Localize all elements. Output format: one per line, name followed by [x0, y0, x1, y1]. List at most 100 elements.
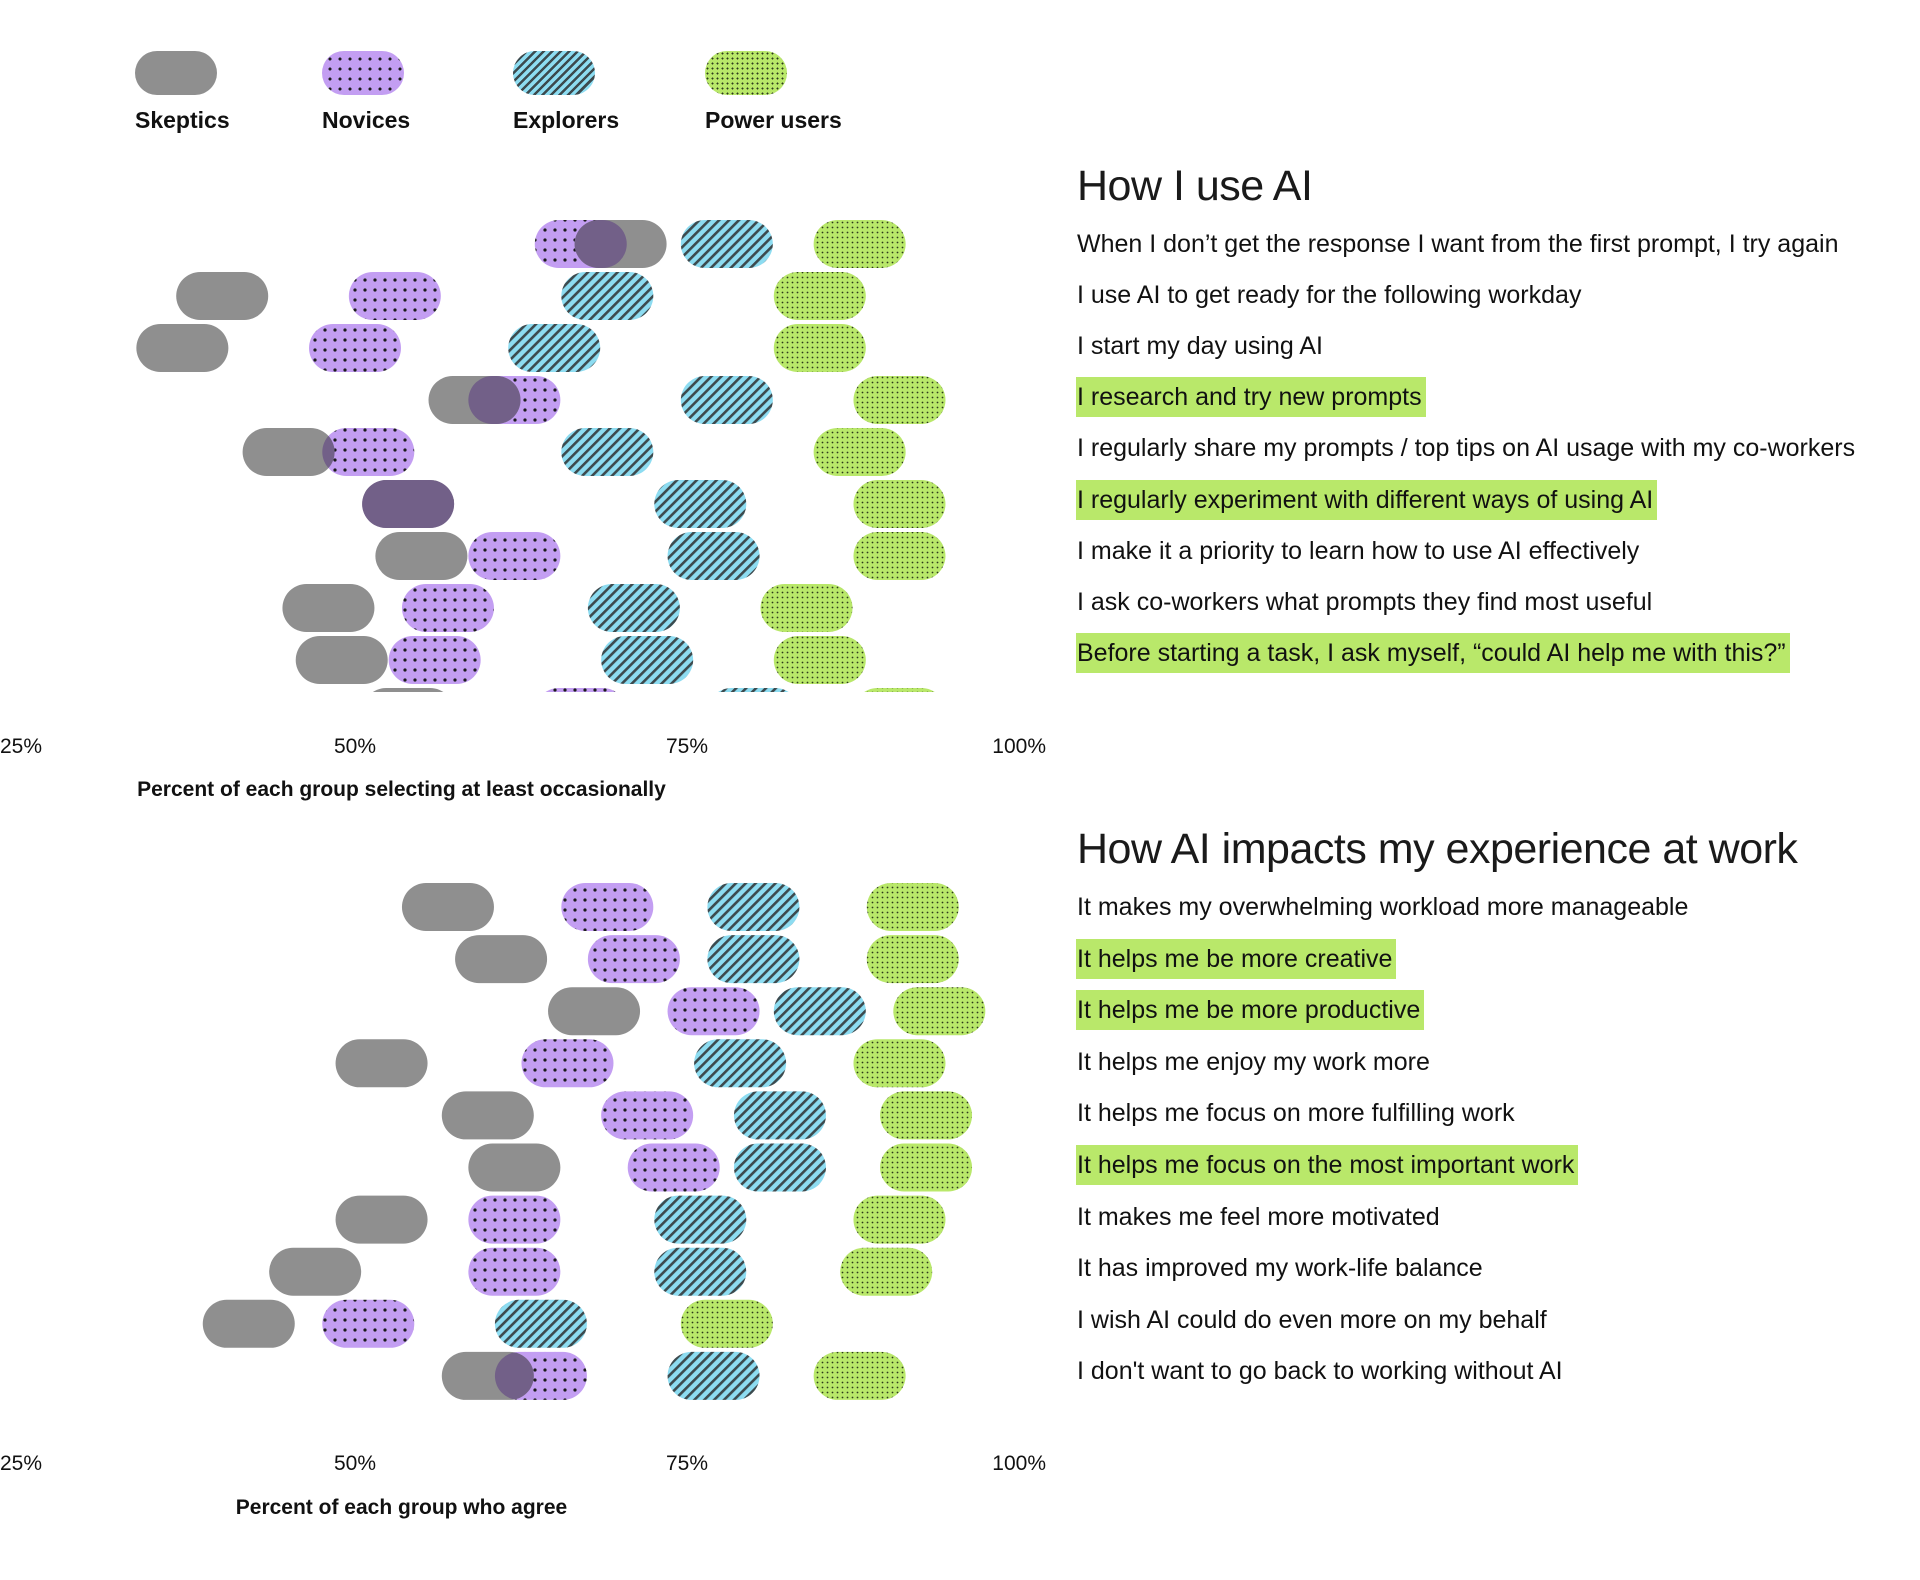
- marker-explorers: [718, 688, 789, 692]
- statement: I use AI to get ready for the following …: [1077, 281, 1582, 310]
- marker-explorers: [601, 636, 694, 684]
- x-tick-label: 100%: [992, 735, 1046, 758]
- marker-novices: [322, 1299, 415, 1348]
- marker-skeptics: [269, 1247, 362, 1296]
- chart-row: [441, 1351, 906, 1400]
- marker-novices: [322, 428, 415, 476]
- marker-novices: [587, 935, 680, 984]
- chart-row: [375, 532, 946, 580]
- x-tick-label: 50%: [334, 1452, 376, 1475]
- marker-power: [773, 324, 866, 372]
- marker-explorers: [654, 1195, 747, 1244]
- legend-label: Novices: [322, 107, 411, 133]
- chart-row: [468, 1143, 973, 1192]
- marker-novices: [348, 272, 441, 320]
- marker-power: [866, 883, 959, 931]
- legend-swatch-power-users: [705, 51, 787, 95]
- legend-swatch-explorers: [513, 51, 595, 95]
- chart-row: [242, 428, 906, 476]
- x-tick-label: 75%: [666, 735, 708, 758]
- marker-power: [864, 688, 935, 692]
- marker-power: [853, 1039, 946, 1088]
- legend-label: Skeptics: [135, 107, 230, 133]
- plot-area: [202, 883, 986, 1400]
- marker-explorers: [707, 883, 800, 931]
- x-axis-title: Percent of each group who agree: [236, 1496, 567, 1519]
- marker-skeptics: [335, 1195, 428, 1244]
- highlighted-statement: Before starting a task, I ask myself, “c…: [1076, 632, 1790, 673]
- statement: It makes my overwhelming workload more m…: [1077, 893, 1689, 921]
- statement: I don't want to go back to working witho…: [1077, 1357, 1563, 1386]
- marker-explorers: [561, 272, 654, 320]
- legend-label: Explorers: [513, 107, 620, 133]
- marker-skeptics: [176, 272, 269, 320]
- statement: I regularly share my prompts / top tips …: [1077, 434, 1856, 463]
- statement: It helps me focus on more fulfilling wor…: [1077, 1099, 1515, 1128]
- marker-novices: [468, 532, 561, 580]
- marker-skeptics: [468, 1143, 561, 1192]
- marker-power: [680, 1299, 773, 1348]
- chart-row: [428, 376, 946, 424]
- marker-skeptics: [295, 636, 388, 684]
- marker-skeptics: [455, 935, 548, 984]
- legend-swatch-novices: [322, 51, 404, 95]
- marker-skeptics: [282, 584, 375, 632]
- marker-overlap: [362, 480, 455, 528]
- marker-power: [880, 1091, 973, 1140]
- marker-explorers: [654, 480, 747, 528]
- marker-skeptics: [202, 1299, 295, 1348]
- marker-skeptics: [401, 883, 494, 931]
- statement: When I don’t get the response I want fro…: [1077, 230, 1839, 258]
- marker-novices: [309, 324, 401, 372]
- chart-row: [335, 1039, 946, 1088]
- marker-power: [773, 272, 866, 320]
- marker-explorers: [667, 532, 760, 580]
- statement: I ask co-workers what prompts they find …: [1077, 587, 1653, 616]
- marker-skeptics: [136, 324, 229, 372]
- marker-novices: [545, 688, 617, 692]
- x-tick-label: 25%: [0, 1452, 42, 1475]
- section-title: How AI impacts my experience at work: [1077, 825, 1798, 873]
- statement: It has improved my work-life balance: [1077, 1254, 1483, 1283]
- marker-skeptics: [335, 1039, 428, 1088]
- chart-row: [176, 272, 866, 320]
- marker-power: [893, 987, 986, 1036]
- marker-explorers: [680, 376, 773, 424]
- marker-power: [853, 532, 946, 580]
- marker-explorers: [707, 935, 800, 984]
- marker-power: [853, 376, 946, 424]
- marker-power: [853, 1195, 946, 1244]
- marker-power: [840, 1247, 933, 1296]
- highlighted-statement: It helps me focus on the most important …: [1076, 1145, 1579, 1185]
- section-title: How I use AI: [1077, 162, 1313, 210]
- chart-row: [534, 220, 906, 268]
- statement: I start my day using AI: [1077, 332, 1323, 361]
- marker-skeptics: [441, 1091, 534, 1140]
- marker-explorers: [508, 324, 601, 372]
- statement: It makes me feel more motivated: [1077, 1202, 1440, 1231]
- marker-skeptics: [548, 987, 641, 1036]
- chart-row: [335, 1195, 946, 1244]
- marker-power: [813, 1351, 906, 1400]
- statement: It helps me enjoy my work more: [1077, 1047, 1430, 1076]
- marker-skeptics: [375, 532, 468, 580]
- chart-row: [295, 636, 866, 684]
- x-axis-title: Percent of each group selecting at least…: [137, 778, 666, 801]
- chart-row: [282, 584, 853, 632]
- chart-row: [269, 1247, 933, 1296]
- marker-novices: [521, 1039, 614, 1088]
- chart-row: [362, 480, 946, 528]
- marker-explorers: [773, 987, 866, 1036]
- marker-power: [853, 480, 946, 528]
- marker-power: [813, 220, 906, 268]
- marker-power: [866, 935, 959, 984]
- x-tick-label: 50%: [334, 735, 376, 758]
- marker-explorers: [494, 1299, 587, 1348]
- x-tick-label: 75%: [666, 1452, 708, 1475]
- marker-explorers: [733, 1091, 826, 1140]
- legend-swatch-skeptics: [135, 51, 217, 95]
- chart-row: [441, 1091, 973, 1140]
- chart-row: [455, 935, 959, 984]
- marker-novices: [388, 636, 481, 684]
- chart-row: [548, 987, 986, 1036]
